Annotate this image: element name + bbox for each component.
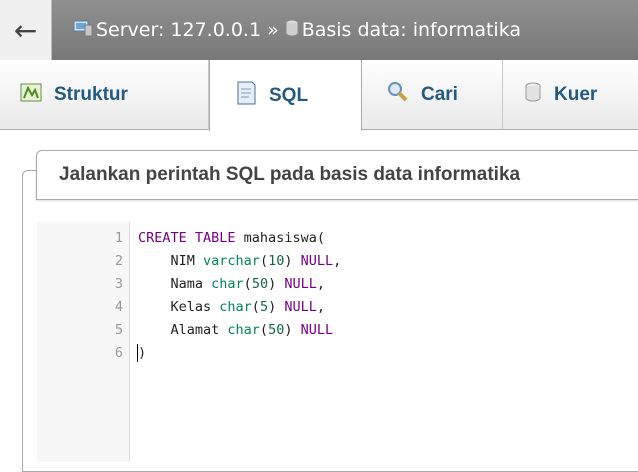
search-icon: [387, 81, 409, 109]
code-text: CREATE TABLE mahasiswa(: [138, 230, 325, 246]
tab-label: Struktur: [54, 84, 128, 105]
code-text: ): [137, 344, 147, 362]
structure-icon: [20, 81, 42, 109]
tab-label: SQL: [269, 84, 309, 106]
breadcrumb-separator: »: [267, 19, 279, 41]
sql-icon: [235, 80, 257, 112]
code-text: Nama char(50) NULL,: [138, 276, 326, 292]
tab-cari[interactable]: Cari: [387, 60, 458, 130]
code-text: Kelas char(5) NULL,: [138, 299, 326, 315]
query-icon: [524, 81, 542, 109]
code-text: NIM varchar(10) NULL,: [138, 253, 342, 269]
line-number: 2: [114, 253, 123, 269]
server-icon: [73, 19, 93, 42]
tab-label: Kuer: [554, 84, 598, 105]
code-text: Alamat char(50) NULL: [138, 322, 334, 338]
line-number: 3: [114, 276, 123, 292]
tab-struktur[interactable]: Struktur: [20, 60, 128, 130]
tab-sql[interactable]: SQL: [209, 60, 362, 131]
breadcrumb-bar: ← Server: 127.0.0.1 » Basis data: inform…: [0, 0, 638, 60]
tab-bar: Struktur SQL Cari Kuer: [0, 60, 638, 131]
tab-label: Cari: [421, 84, 458, 105]
line-number: 5: [114, 322, 123, 338]
sql-editor[interactable]: 1 CREATE TABLE mahasiswa( 2 NIM varchar(10…: [37, 222, 638, 462]
breadcrumb-server[interactable]: Server: 127.0.0.1: [96, 19, 261, 41]
back-arrow-icon[interactable]: ←: [0, 0, 52, 60]
panel-title: Jalankan perintah SQL pada basis data in…: [36, 150, 638, 200]
line-number: 1: [114, 230, 123, 246]
database-icon: [285, 19, 299, 42]
breadcrumb-database[interactable]: Basis data: informatika: [302, 19, 521, 41]
line-number: 4: [114, 299, 123, 315]
breadcrumb: Server: 127.0.0.1 » Basis data: informat…: [73, 0, 521, 60]
tab-kueri[interactable]: Kuer: [524, 60, 597, 130]
line-number: 6: [114, 345, 123, 361]
